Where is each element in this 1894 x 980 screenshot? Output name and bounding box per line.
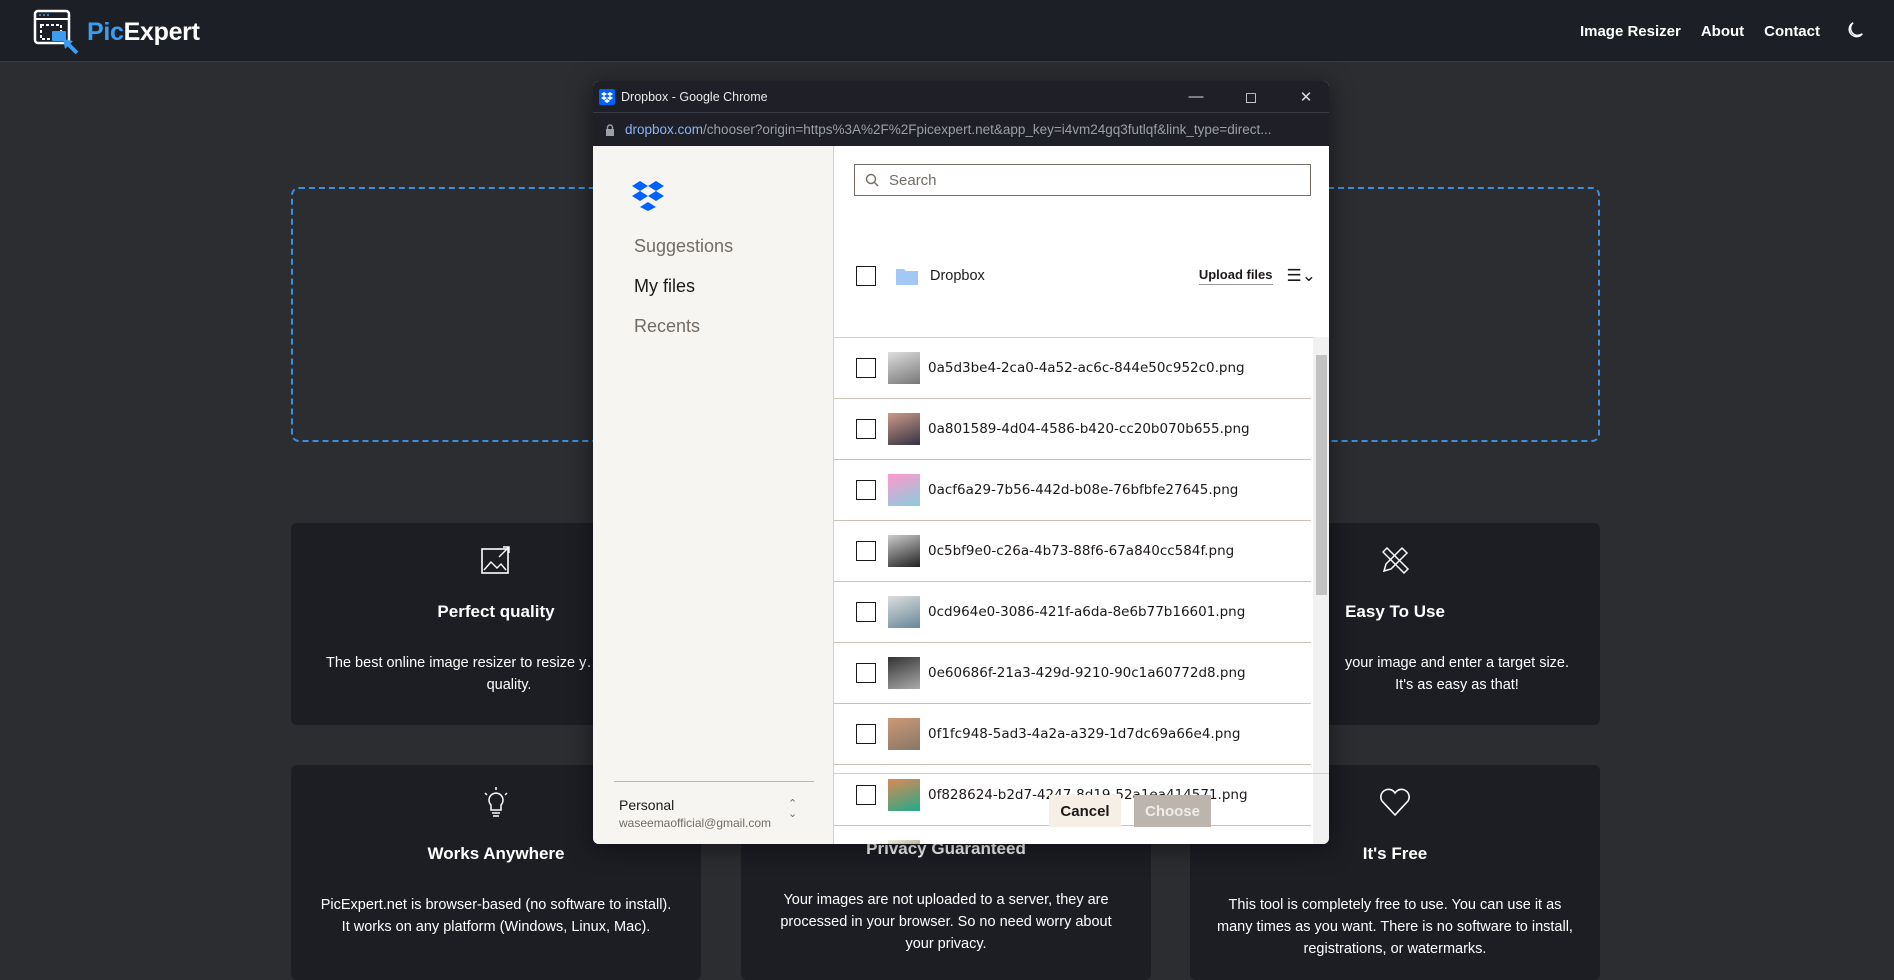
file-thumbnail xyxy=(888,535,920,567)
file-checkbox[interactable] xyxy=(856,663,876,683)
file-checkbox[interactable] xyxy=(856,480,876,500)
moon-icon[interactable] xyxy=(1844,20,1866,42)
divider xyxy=(614,781,814,782)
file-name: 0f1fc948-5ad3-4a2a-a329-1d7dc69a66e4.png xyxy=(928,726,1241,742)
search-input[interactable]: Search xyxy=(854,164,1311,196)
file-name: 0c5bf9e0-c26a-4b73-88f6-67a840cc584f.png xyxy=(928,543,1235,559)
file-row[interactable]: 0c5bf9e0-c26a-4b73-88f6-67a840cc584f.png xyxy=(834,521,1311,582)
sidebar-item-recents[interactable]: Recents xyxy=(634,316,700,337)
sidebar-item-my-files[interactable]: My files xyxy=(634,276,695,297)
file-name: 0a5d3be4-2ca0-4a52-ac6c-844e50c952c0.png xyxy=(928,360,1245,376)
file-thumbnail xyxy=(888,596,920,628)
scrollbar-thumb[interactable] xyxy=(1316,355,1327,595)
card-title: Works Anywhere xyxy=(427,844,565,863)
file-thumbnail xyxy=(888,474,920,506)
nav-image-resizer[interactable]: Image Resizer xyxy=(1580,23,1681,40)
nav-contact[interactable]: Contact xyxy=(1764,23,1820,40)
file-list: 0a5d3be4-2ca0-4a52-ac6c-844e50c952c0.png… xyxy=(834,337,1329,844)
chooser-footer: Cancel Choose xyxy=(834,773,1329,844)
sidebar-item-suggestions[interactable]: Suggestions xyxy=(634,236,733,257)
lightbulb-icon xyxy=(484,787,508,817)
folder-name: Dropbox xyxy=(930,268,985,284)
select-all-checkbox[interactable] xyxy=(856,266,876,286)
file-thumbnail xyxy=(888,718,920,750)
file-row[interactable]: 0acf6a29-7b56-442d-b08e-76bfbfe27645.png xyxy=(834,460,1311,521)
file-row[interactable]: 0f1fc948-5ad3-4a2a-a329-1d7dc69a66e4.png xyxy=(834,704,1311,765)
file-row[interactable]: 0a5d3be4-2ca0-4a52-ac6c-844e50c952c0.png xyxy=(834,338,1311,399)
file-row[interactable]: 0a801589-4d04-4586-b420-cc20b070b655.png xyxy=(834,399,1311,460)
cancel-button[interactable]: Cancel xyxy=(1049,795,1121,827)
card-text: your image and enter a target size. It's… xyxy=(1344,655,1570,693)
search-icon xyxy=(865,173,879,187)
brand-part: Expert xyxy=(123,17,200,46)
main-nav: Image Resizer About Contact xyxy=(1580,0,1866,62)
file-name: 0e60686f-21a3-429d-9210-90c1a60772d8.png xyxy=(928,665,1246,681)
dropbox-chooser-window: Dropbox - Google Chrome — ◻ ✕ dropbox.co… xyxy=(593,81,1329,844)
file-row[interactable]: 0e60686f-21a3-429d-9210-90c1a60772d8.png xyxy=(834,643,1311,704)
dropbox-logo-icon xyxy=(632,181,664,211)
scrollbar[interactable] xyxy=(1313,337,1329,844)
site-header: PicExpert Image Resizer About Contact xyxy=(0,0,1894,62)
file-thumbnail xyxy=(888,352,920,384)
heart-icon xyxy=(1380,788,1410,817)
logo[interactable]: PicExpert xyxy=(33,9,200,55)
resize-image-icon xyxy=(481,546,510,574)
view-options-icon[interactable]: ☰⌄ xyxy=(1287,266,1316,286)
ruler-pencil-icon xyxy=(1381,546,1410,575)
account-label: Personal xyxy=(619,797,675,813)
picexpert-logo-icon xyxy=(33,9,79,55)
search-placeholder: Search xyxy=(889,171,937,189)
file-checkbox[interactable] xyxy=(856,419,876,439)
file-checkbox[interactable] xyxy=(856,724,876,744)
file-name: 0acf6a29-7b56-442d-b08e-76bfbfe27645.png xyxy=(928,482,1239,498)
window-titlebar: Dropbox - Google Chrome — ◻ ✕ xyxy=(593,81,1329,112)
dropbox-favicon-icon xyxy=(599,88,615,105)
close-button[interactable]: ✕ xyxy=(1283,81,1329,112)
file-thumbnail xyxy=(888,657,920,689)
window-title: Dropbox - Google Chrome xyxy=(621,89,768,104)
card-text: PicExpert.net is browser-based (no softw… xyxy=(320,897,672,935)
minimize-button[interactable]: — xyxy=(1173,81,1219,112)
brand-name: PicExpert xyxy=(87,18,200,47)
brand-part: Pic xyxy=(87,17,124,46)
file-thumbnail xyxy=(888,413,920,445)
file-checkbox[interactable] xyxy=(856,541,876,561)
file-checkbox[interactable] xyxy=(856,602,876,622)
card-title: It's Free xyxy=(1362,844,1428,863)
folder-header: Dropbox Upload files ☰⌄ xyxy=(856,266,1316,286)
choose-button[interactable]: Choose xyxy=(1134,795,1211,827)
chooser-sidebar: Suggestions My files Recents Personal wa… xyxy=(593,146,834,844)
url-path: /chooser?origin=https%3A%2F%2Fpicexpert.… xyxy=(703,122,1272,137)
account-switcher-icon[interactable]: ⌃ ⌄ xyxy=(788,799,797,820)
card-text: This tool is completely free to use. You… xyxy=(1217,897,1573,957)
chooser-main: Search Dropbox Upload files ☰⌄ 0a5d3be4-… xyxy=(834,146,1329,844)
nav-about[interactable]: About xyxy=(1701,23,1744,40)
account-email: waseemaofficial@gmail.com xyxy=(619,816,772,830)
file-name: 0cd964e0-3086-421f-a6da-8e6b77b16601.png xyxy=(928,604,1246,620)
address-bar[interactable]: dropbox.com/chooser?origin=https%3A%2F%2… xyxy=(593,112,1329,146)
maximize-button[interactable]: ◻ xyxy=(1228,81,1274,112)
folder-icon xyxy=(896,269,918,285)
file-name: 0a801589-4d04-4586-b420-cc20b070b655.png xyxy=(928,421,1250,437)
file-row[interactable]: 0cd964e0-3086-421f-a6da-8e6b77b16601.png xyxy=(834,582,1311,643)
card-text: Your images are not uploaded to a server… xyxy=(780,892,1112,952)
url-domain: dropbox.com xyxy=(625,122,704,137)
upload-files-button[interactable]: Upload files xyxy=(1198,267,1273,285)
file-checkbox[interactable] xyxy=(856,358,876,378)
lock-icon xyxy=(606,123,614,136)
